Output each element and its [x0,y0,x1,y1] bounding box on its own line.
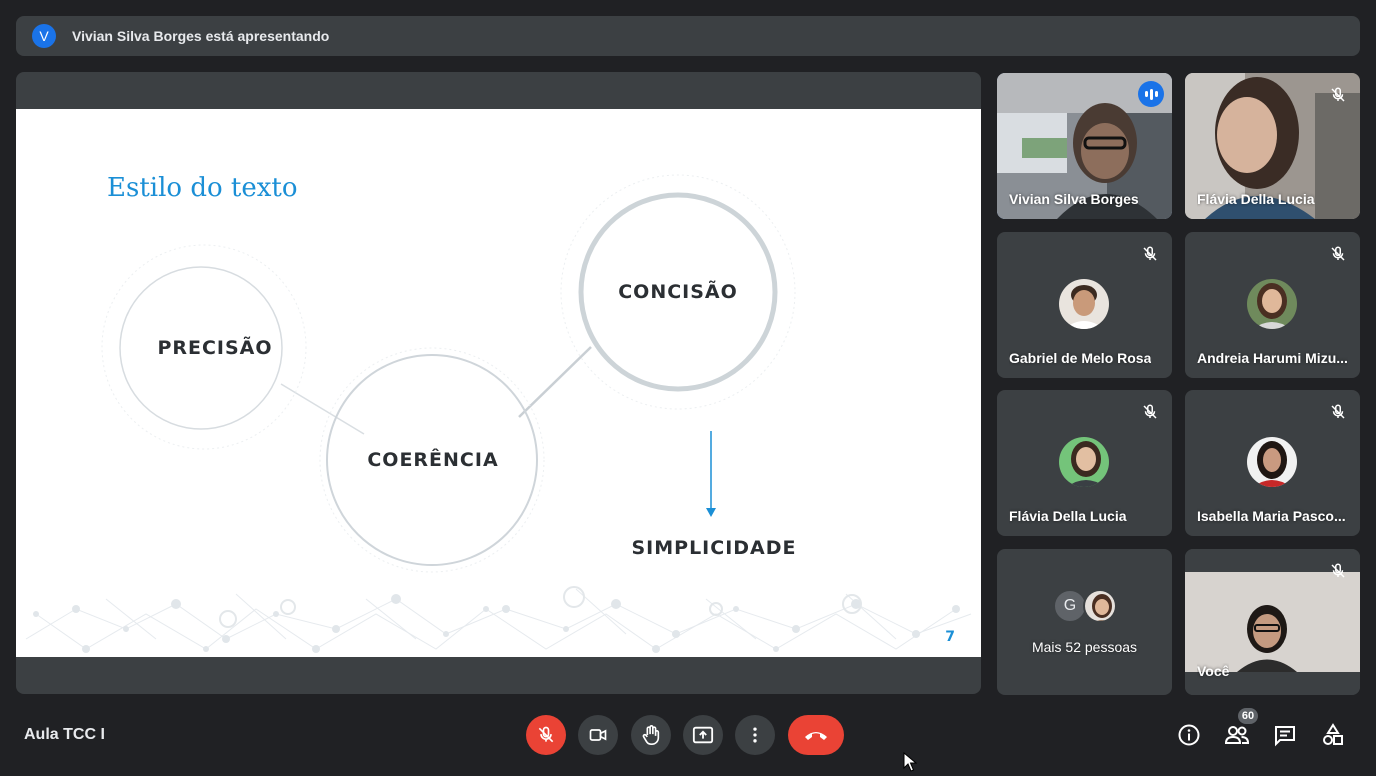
avatar: G [1053,589,1087,623]
avatar [1059,279,1109,329]
simplicidade-label: SIMPLICIDADE [631,537,797,559]
chat-button[interactable] [1272,722,1298,748]
presentation-stage: Estilo do texto PRECISÃO COERÊNCIA CONCI… [16,72,981,694]
mic-toggle-button[interactable] [526,715,566,755]
mouse-cursor-icon [903,752,917,772]
presenter-text: Vivian Silva Borges está apresentando [72,28,330,44]
presentation-slide: Estilo do texto PRECISÃO COERÊNCIA CONCI… [16,109,981,657]
participant-name: Você [1197,663,1230,679]
self-view-tile[interactable]: Você [1185,549,1360,695]
present-icon [692,726,714,744]
avatar [1059,437,1109,487]
participants-button[interactable] [1224,722,1250,748]
participant-tile-andreia[interactable]: Andreia Harumi Mizu... [1185,232,1360,378]
avatar [1247,279,1297,329]
participant-name: Andreia Harumi Mizu... [1197,350,1348,366]
people-icon [1224,726,1250,744]
raise-hand-icon [642,725,660,745]
meeting-details-button[interactable] [1176,722,1202,748]
network-pattern-decoration [25,588,972,650]
mic-off-icon [1138,400,1162,424]
more-participants-label: Mais 52 pessoas [1031,639,1138,655]
participant-tile-isabella[interactable]: Isabella Maria Pasco... [1185,390,1360,536]
end-call-icon [805,732,827,740]
mic-off-icon [1326,400,1350,424]
raise-hand-button[interactable] [631,715,671,755]
more-participants-tile[interactable]: G Mais 52 pessoas [997,549,1172,695]
participant-name: Gabriel de Melo Rosa [1009,350,1152,366]
mic-off-icon [1326,559,1350,583]
mic-off-icon [1326,83,1350,107]
activities-button[interactable] [1320,722,1346,748]
chat-icon [1275,726,1295,747]
camera-icon [589,729,607,741]
participant-name: Flávia Della Lucia [1197,191,1315,207]
camera-toggle-button[interactable] [578,715,618,755]
mic-off-icon [1138,242,1162,266]
avatar [1247,437,1297,487]
meeting-title: Aula TCC I [24,726,105,743]
concisao-label: CONCISÃO [618,281,738,303]
leave-call-button[interactable] [788,715,844,755]
participant-name: Isabella Maria Pasco... [1197,508,1346,524]
mic-off-icon [1326,242,1350,266]
more-options-icon [753,727,757,743]
slide-title: Estilo do texto [107,173,298,203]
precisao-label: PRECISÃO [157,337,273,359]
participant-name: Flávia Della Lucia [1009,508,1127,524]
participant-tile-gabriel[interactable]: Gabriel de Melo Rosa [997,232,1172,378]
network-dots-decoration [33,594,960,653]
info-icon [1178,724,1200,746]
coerencia-label: COERÊNCIA [367,449,499,471]
speaking-indicator-icon [1138,81,1164,107]
coerencia-concisao-connector [518,346,592,418]
present-button[interactable] [683,715,723,755]
avatar [1083,589,1117,623]
more-options-button[interactable] [735,715,775,755]
activities-icon [1323,723,1343,745]
participant-count-badge: 60 [1238,708,1258,724]
slide-page-number: 7 [945,629,955,645]
participant-tile-vivian[interactable]: Vivian Silva Borges [997,73,1172,219]
presenter-banner: V Vivian Silva Borges está apresentando [16,16,1360,56]
participant-tile-flavia[interactable]: Flávia Della Lucia [997,390,1172,536]
presenter-avatar: V [32,24,56,48]
participant-name: Vivian Silva Borges [1009,191,1139,207]
simplicidade-arrowhead [706,508,716,517]
participant-tile-flavia-video[interactable]: Flávia Della Lucia [1185,73,1360,219]
mic-off-icon [538,726,554,743]
